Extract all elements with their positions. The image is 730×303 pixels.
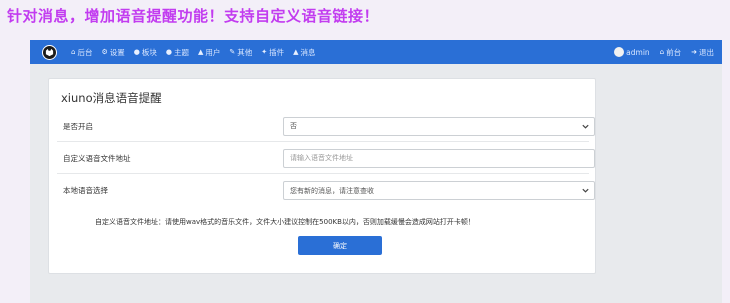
nav-item-forums[interactable]: ● 板块 — [134, 47, 157, 58]
avatar-icon — [614, 47, 625, 57]
nav-item-messages[interactable]: ▲ 消息 — [293, 47, 315, 58]
plugin-icon: ✦ — [261, 48, 268, 56]
comment-icon: ● — [165, 48, 172, 56]
nav-item-frontend[interactable]: ⌂ 前台 — [660, 47, 681, 58]
nav-label: 板块 — [141, 47, 157, 57]
nav-item-settings[interactable]: ⚙ 设置 — [101, 47, 124, 58]
field-label: 本地语音选择 — [63, 186, 108, 195]
nav-item-users[interactable]: ▲ 用户 — [198, 47, 220, 58]
nav-item-backend[interactable]: ⌂ 后台 — [71, 47, 92, 58]
field-label: 是否开启 — [63, 121, 93, 131]
nav-label: 用户 — [205, 47, 221, 57]
home-icon: ⌂ — [659, 48, 665, 56]
user-icon: ▲ — [197, 48, 204, 56]
select-value: 否 — [290, 122, 297, 130]
wrench-icon: ✎ — [229, 48, 236, 56]
local-voice-select[interactable]: 您有新的消息，请注意查收 — [283, 181, 595, 200]
card-title: xiuno消息语音提醒 — [61, 91, 162, 105]
bell-icon: ▲ — [293, 48, 299, 56]
promo-banner: 针对消息，增加语音提醒功能！支持自定义语音链接！ — [7, 7, 380, 25]
help-text: 自定义语音文件地址：请使用wav格式的音乐文件，文件大小建议控制在500KB以内… — [95, 218, 475, 226]
nav-label: 主题 — [173, 47, 189, 57]
nav-label: admin — [626, 47, 650, 57]
chat-icon: ● — [133, 48, 140, 56]
submit-button[interactable]: 确定 — [298, 236, 382, 255]
gear-icon: ⚙ — [101, 48, 108, 56]
enable-select[interactable]: 否 — [283, 116, 595, 136]
select-value: 您有新的消息，请注意查收 — [290, 186, 374, 195]
form-row-enable: 是否开启 否 — [57, 111, 595, 142]
site-logo[interactable] — [42, 44, 57, 60]
nav-item-admin[interactable]: admin — [614, 47, 650, 57]
admin-window: ⌂ 后台 ⚙ 设置 ● 板块 ● 主题 ▲ 用户 ✎ 其他 ✦ 插件 ▲ 消息 — [30, 40, 722, 303]
nav-item-logout[interactable]: ➜ 退出 — [691, 47, 714, 58]
cat-logo-icon — [45, 48, 54, 56]
chevron-down-icon — [582, 188, 589, 193]
input-placeholder: 请输入语音文件地址 — [290, 154, 353, 162]
home-icon: ⌂ — [71, 48, 76, 56]
field-label: 自定义语音文件地址 — [63, 153, 131, 163]
form-row-local-voice: 本地语音选择 您有新的消息，请注意查收 — [57, 175, 595, 206]
nav-item-plugins[interactable]: ✦ 插件 — [261, 47, 284, 58]
form-row-custom-url: 自定义语音文件地址 请输入语音文件地址 — [57, 143, 595, 174]
nav-label: 插件 — [269, 47, 285, 57]
nav-item-threads[interactable]: ● 主题 — [166, 47, 189, 58]
logout-icon: ➜ — [691, 48, 697, 56]
settings-card: xiuno消息语音提醒 是否开启 否 自定义语音文件地址 请输入语音文件地址 本… — [48, 78, 596, 274]
nav-label: 前台 — [666, 47, 682, 57]
nav-label: 设置 — [109, 47, 125, 57]
nav-label: 后台 — [77, 47, 93, 57]
top-navbar: ⌂ 后台 ⚙ 设置 ● 板块 ● 主题 ▲ 用户 ✎ 其他 ✦ 插件 ▲ 消息 — [30, 40, 722, 64]
nav-item-other[interactable]: ✎ 其他 — [229, 47, 252, 58]
nav-right: admin ⌂ 前台 ➜ 退出 — [604, 47, 714, 58]
nav-label: 退出 — [699, 47, 714, 57]
nav-label: 其他 — [237, 47, 253, 57]
custom-url-input[interactable]: 请输入语音文件地址 — [283, 148, 595, 168]
chevron-down-icon — [582, 124, 589, 129]
nav-label: 消息 — [300, 47, 316, 57]
